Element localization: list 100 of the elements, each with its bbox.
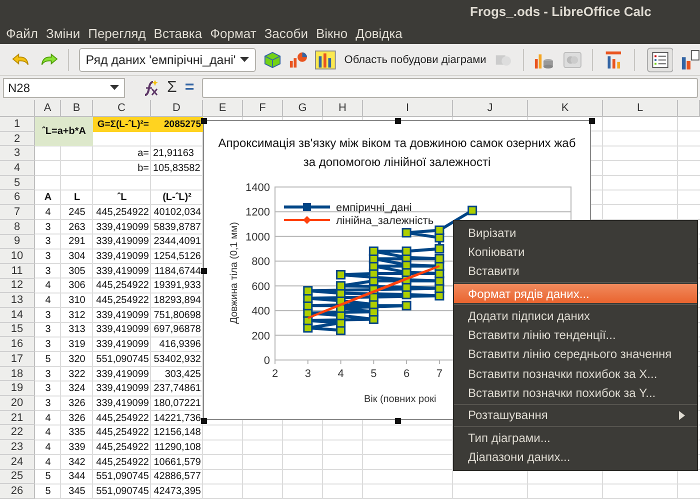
select-all-button[interactable] — [0, 100, 35, 117]
chart-legend-icon[interactable] — [681, 48, 700, 70]
table-cell-text: 11290,108 — [153, 440, 202, 455]
menu-bar-item[interactable]: Вікно — [312, 26, 352, 40]
table-cell-text: 697,96878 — [152, 323, 202, 338]
row-header[interactable]: 26 — [0, 484, 35, 499]
menu-bar-item[interactable]: Файл — [2, 26, 42, 40]
row-header[interactable]: 14 — [0, 308, 35, 323]
row-header[interactable]: 18 — [0, 366, 35, 382]
row-header[interactable]: 19 — [0, 381, 35, 396]
table-cell: ˆL=a+b*A — [35, 117, 93, 146]
row-header[interactable]: 2 — [0, 132, 35, 146]
menu-bar-item[interactable]: Формат — [206, 26, 260, 40]
menu-bar-item[interactable]: Зміни — [42, 26, 84, 40]
table-cell-text: a= — [136, 147, 150, 162]
menu-item[interactable]: Діапазони даних... — [454, 447, 697, 467]
row-header[interactable]: 10 — [0, 249, 35, 264]
menu-bar-item[interactable]: Вставка — [150, 26, 206, 40]
data-point — [402, 246, 412, 256]
resize-handle[interactable] — [395, 118, 401, 124]
row-header[interactable]: 8 — [0, 220, 35, 234]
axis-tick-label: 2 — [272, 368, 278, 380]
menu-item[interactable]: Розташування — [454, 406, 697, 425]
undo-icon[interactable] — [12, 52, 31, 68]
menu-bar-item[interactable]: Засоби — [260, 26, 312, 40]
table-cell: G=Σ(L-ˆL)²= — [93, 117, 151, 132]
menu-bar-item[interactable]: Перегляд — [84, 26, 150, 40]
row-header[interactable]: 13 — [0, 293, 35, 308]
menu-item[interactable]: Вставити лінію тенденції... — [454, 325, 697, 345]
menu-bar-item[interactable]: Довідка — [352, 26, 406, 40]
formula-input[interactable] — [202, 78, 698, 98]
sum-button[interactable]: Σ — [167, 79, 177, 97]
column-header[interactable]: I — [363, 100, 453, 117]
menu-item[interactable]: Тип діаграми... — [454, 428, 697, 448]
row-header[interactable]: 7 — [0, 205, 35, 220]
row-header[interactable]: 20 — [0, 396, 35, 411]
row-header[interactable]: 1 — [0, 117, 35, 132]
legend-icon[interactable] — [646, 46, 674, 72]
menu-item[interactable]: Вирізати — [454, 223, 697, 242]
column-header[interactable]: E — [203, 100, 243, 117]
row-header[interactable]: 24 — [0, 454, 35, 470]
table-cell-text: 180,07221 — [152, 396, 202, 411]
column-header[interactable]: F — [243, 100, 283, 117]
table-cell-text: 4 — [44, 279, 52, 294]
menu-item[interactable]: Вставити позначки похибок за Y... — [454, 383, 697, 403]
table-cell-text: b= — [136, 162, 150, 176]
column-header[interactable] — [678, 100, 700, 117]
column-header[interactable]: J — [453, 100, 528, 117]
row-header[interactable]: 5 — [0, 176, 35, 190]
row-header[interactable]: 15 — [0, 322, 35, 338]
row-header[interactable]: 21 — [0, 410, 35, 426]
copy-icon[interactable] — [562, 50, 582, 68]
row-header[interactable]: 11 — [0, 264, 35, 279]
cube-icon[interactable] — [264, 50, 281, 68]
menu-item[interactable]: Копіювати — [454, 242, 697, 262]
table-cell-text: 445,254922 — [95, 206, 150, 220]
legend-square-marker-icon — [284, 203, 330, 211]
resize-handle[interactable] — [201, 418, 207, 424]
row-header[interactable]: 25 — [0, 470, 35, 484]
resize-handle[interactable] — [201, 118, 207, 124]
menu-item[interactable]: Вставити лінію середнього значення — [454, 344, 697, 364]
column-header[interactable]: K — [528, 100, 603, 117]
column-header[interactable]: B — [61, 100, 93, 117]
bar-chart-icon[interactable] — [315, 50, 336, 70]
menu-item[interactable]: Вставити — [454, 262, 697, 281]
row-header[interactable]: 6 — [0, 190, 35, 206]
redo-icon[interactable] — [38, 52, 58, 68]
resize-handle[interactable] — [201, 268, 207, 274]
row-header[interactable]: 23 — [0, 440, 35, 455]
table-cell-text: 4 — [44, 456, 52, 470]
function-button[interactable]: = — [184, 79, 194, 97]
row-header[interactable]: 16 — [0, 337, 35, 352]
data-point — [468, 206, 478, 216]
table-cell-text: 339,419099 — [95, 250, 150, 264]
chart-icon[interactable] — [288, 50, 308, 68]
column-header[interactable]: G — [283, 100, 323, 117]
row-header[interactable]: 22 — [0, 425, 35, 440]
row-header[interactable]: 4 — [0, 161, 35, 176]
window-title: Frogs_.ods - LibreOffice Calc — [470, 4, 652, 18]
column-header[interactable]: H — [323, 100, 363, 117]
name-box[interactable]: N28 — [3, 78, 125, 98]
table-cell-text: 445,254922 — [95, 426, 150, 440]
axis-tick-label: 800 — [252, 256, 270, 268]
row-header[interactable]: 17 — [0, 352, 35, 367]
chart-element-dropdown[interactable]: Ряд даних 'емпірічні_дані' — [78, 48, 256, 72]
column-header[interactable]: D — [151, 100, 203, 117]
column-header[interactable]: A — [35, 100, 61, 117]
table-cell-text: 303,425 — [164, 368, 202, 382]
axis-tick-label: 1400 — [246, 182, 270, 194]
table-cell-text: 42886,577 — [152, 470, 202, 484]
menu-item[interactable]: Додати підписи даних — [454, 306, 697, 326]
resize-handle[interactable] — [395, 418, 401, 424]
table-cell-text: 339,419099 — [95, 235, 150, 250]
row-header[interactable]: 12 — [0, 278, 35, 294]
row-header[interactable]: 3 — [0, 146, 35, 162]
column-header[interactable]: C — [93, 100, 151, 117]
menu-item[interactable]: Вставити позначки похибок за X... — [454, 364, 697, 384]
resize-handle[interactable] — [589, 118, 595, 124]
row-header[interactable]: 9 — [0, 234, 35, 250]
column-header[interactable]: L — [603, 100, 678, 117]
